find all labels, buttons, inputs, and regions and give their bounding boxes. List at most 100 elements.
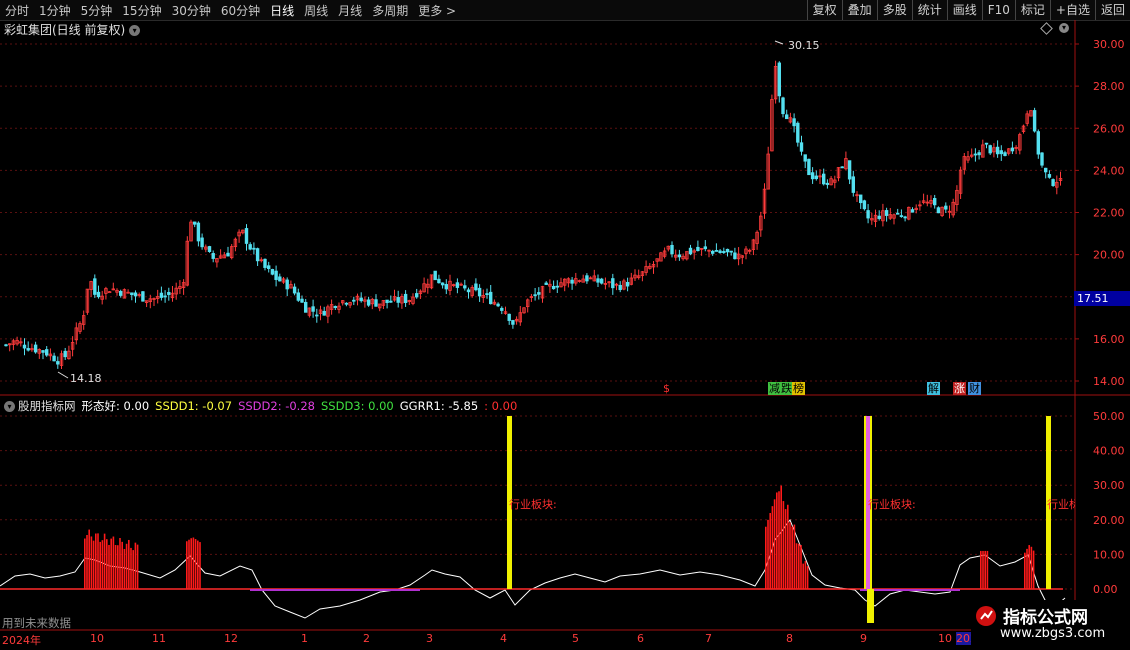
histogram-bar (136, 544, 139, 589)
high-price-label: 30.15 (788, 39, 820, 52)
histogram-bar (804, 561, 807, 589)
candle-body (1047, 174, 1052, 178)
price-tick-label: 20.00 (1093, 249, 1125, 262)
price-tick-label: 22.00 (1093, 207, 1125, 220)
histogram-bar (90, 536, 93, 589)
future-data-note: 用到未来数据 (2, 616, 71, 630)
price-tick-label: 30.00 (1093, 38, 1125, 51)
histogram-bar (771, 506, 774, 589)
candle-body (292, 286, 297, 294)
histogram-bar (806, 566, 809, 589)
candle-body (984, 142, 989, 145)
price-tick-label: 14.00 (1093, 375, 1125, 388)
chevron-down-icon[interactable]: ▾ (4, 401, 15, 412)
indicator-value: SSDD2: -0.28 (238, 399, 315, 413)
candle-body (278, 276, 282, 282)
histogram-bar (767, 519, 769, 589)
candle-body (840, 166, 844, 169)
candle-body (537, 292, 541, 295)
event-marker[interactable]: 涨 (953, 382, 966, 395)
histogram-bar (1024, 552, 1026, 589)
candle-body (359, 297, 363, 302)
candle-body (810, 172, 815, 180)
candle-body (718, 250, 722, 254)
candle-body (274, 270, 278, 280)
histogram-bar (798, 543, 800, 589)
event-marker[interactable]: $ (662, 382, 671, 395)
indicator-tick-label: 0.00 (1093, 583, 1118, 596)
candle-body (977, 152, 981, 156)
candle-body (466, 289, 471, 293)
candle-body (463, 285, 467, 289)
candle-body (119, 291, 123, 296)
histogram-bar (1030, 546, 1033, 589)
candle-body (41, 350, 45, 353)
histogram-bar (134, 542, 137, 589)
event-marker[interactable]: 财 (968, 382, 981, 395)
histogram-bar (197, 540, 199, 589)
candle-body (141, 291, 145, 302)
price-tick-label: 24.00 (1093, 164, 1125, 177)
candle-body (851, 176, 855, 193)
watermark-url: www.zbgs3.com (1000, 626, 1106, 641)
candle-body (485, 293, 489, 296)
histogram-bar (132, 550, 134, 589)
indicator-values: 形态好: 0.00 SSDD1: -0.07 SSDD2: -0.28 SSDD3: … (82, 399, 524, 413)
histogram-bar (99, 541, 101, 589)
indicator-tick-label: 30.00 (1093, 479, 1125, 492)
histogram-bar (802, 563, 804, 589)
candle-body (618, 284, 622, 291)
candle-body (533, 294, 537, 297)
histogram-bar (123, 548, 126, 589)
candle-body (192, 221, 197, 225)
candle-body (200, 237, 204, 248)
candle-body (625, 282, 630, 287)
candle-body (322, 310, 326, 316)
candle-body (596, 278, 600, 283)
histogram-bar (114, 545, 117, 589)
candle-body (944, 205, 948, 210)
histogram-bar (121, 541, 123, 589)
candle-body (211, 253, 215, 259)
histogram-bar (982, 550, 984, 589)
candle-body (270, 269, 275, 275)
histogram-bar (192, 537, 195, 589)
candle-body (688, 247, 693, 255)
candle-body (477, 287, 482, 297)
date-tick: 10 (90, 632, 104, 645)
candle-body (1044, 167, 1048, 173)
low-price-label: 14.18 (70, 372, 102, 385)
histogram-bar (1026, 548, 1028, 589)
candle-body (877, 215, 881, 219)
candle-body (433, 270, 437, 281)
histogram-bar (787, 504, 789, 589)
candle-body (777, 62, 781, 97)
candle-body (266, 265, 271, 269)
histogram-bar (776, 492, 778, 589)
histogram-bar (791, 526, 793, 589)
candle-body (822, 173, 826, 185)
candle-body (403, 293, 408, 304)
event-marker[interactable]: 解 (927, 382, 940, 395)
date-tick: 10 (938, 632, 952, 645)
candle-body (988, 145, 992, 154)
candle-body (163, 295, 167, 298)
candle-body (1051, 179, 1055, 186)
histogram-bar (119, 538, 121, 589)
candle-body (507, 313, 511, 321)
current-price-tag: 17.51 (1074, 291, 1130, 306)
candle-body (859, 194, 863, 204)
candle-body (500, 307, 504, 311)
candle-body (207, 246, 212, 252)
candle-body (1040, 152, 1044, 166)
candle-body (696, 246, 700, 252)
candle-body (884, 210, 889, 216)
candle-body (729, 250, 733, 253)
candle-body (389, 300, 393, 303)
histogram-bar (92, 540, 95, 589)
date-tick: 6 (637, 632, 644, 645)
event-marker[interactable]: 榜 (792, 382, 805, 395)
candle-body (444, 284, 448, 290)
histogram-bar (186, 541, 188, 589)
histogram-bar (125, 543, 128, 589)
